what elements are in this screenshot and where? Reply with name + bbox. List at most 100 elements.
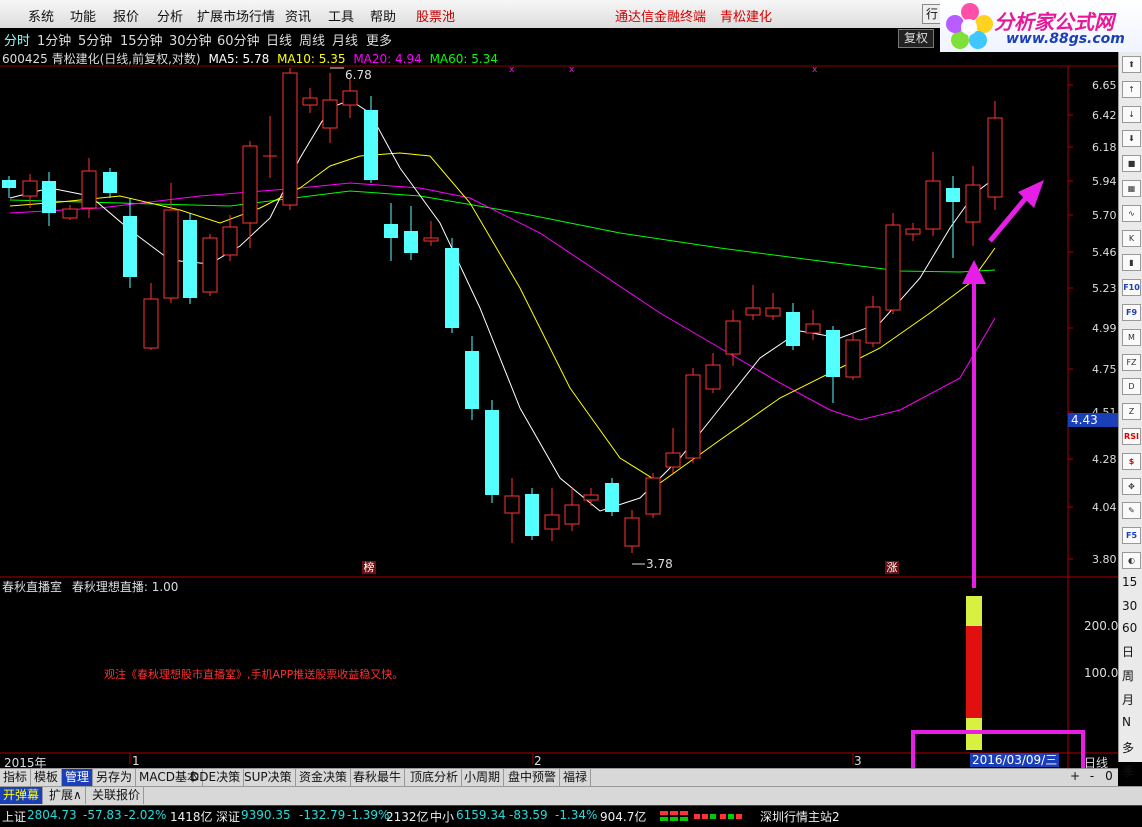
trade-button[interactable]: 行	[922, 4, 942, 24]
indicator-tab-10[interactable]: 小周期	[461, 769, 505, 786]
menu-extended-market[interactable]: 扩展市场行情	[197, 6, 275, 25]
price-tick-label: 4.75	[1092, 363, 1117, 376]
toolbar-tool-1-icon[interactable]: ↑	[1122, 80, 1141, 98]
menu-news[interactable]: 资讯	[285, 6, 311, 25]
toolbar-tool-11-icon[interactable]: M	[1122, 328, 1141, 346]
side-period-6[interactable]: N	[1122, 715, 1131, 729]
indicator-tab-0[interactable]: 指标	[0, 769, 32, 786]
menu-help[interactable]: 帮助	[370, 6, 396, 25]
period-30min[interactable]: 30分钟	[169, 30, 212, 49]
xaxis-month-2: 2	[534, 754, 542, 768]
indicator-tab-3[interactable]: 另存为	[93, 769, 137, 786]
period-60min[interactable]: 60分钟	[217, 30, 260, 49]
candle-body-down	[404, 231, 418, 253]
candle-body-up	[163, 209, 179, 299]
toolbar-tool-2-icon[interactable]: ↓	[1122, 105, 1141, 123]
indicator-tab-9[interactable]: 顶底分析	[407, 769, 463, 786]
period-15min[interactable]: 15分钟	[120, 30, 163, 49]
toolbar-tool-6-icon[interactable]: ∿	[1122, 204, 1141, 222]
toolbar-tool-18-icon[interactable]: ✎	[1122, 502, 1141, 520]
toolbar-tool-7-icon[interactable]: K	[1122, 229, 1141, 247]
side-period-4[interactable]: 周	[1122, 667, 1134, 684]
sme-index-value[interactable]: 6159.34	[456, 808, 506, 822]
period-monthly[interactable]: 月线	[332, 30, 358, 49]
period-shortcut-panel: 153060日周月N多季年	[1118, 575, 1142, 805]
danmaku-toggle[interactable]: 开弹幕	[0, 787, 44, 804]
menu-stock-pool[interactable]: 股票池	[416, 6, 455, 25]
cross-marker: x	[509, 65, 515, 75]
period-daily[interactable]: 日线	[266, 30, 292, 49]
indicator-tick-100: 100.0	[1084, 666, 1119, 680]
indicator-tab-2[interactable]: 管理	[62, 769, 94, 786]
toolbar-tool-19-icon[interactable]: F5	[1122, 527, 1141, 545]
menu-system[interactable]: 系统	[28, 6, 54, 25]
candle-body-up	[282, 72, 298, 206]
expand-button[interactable]: 扩展∧	[46, 787, 86, 804]
toolbar-tool-5-icon[interactable]: ▦	[1122, 180, 1141, 197]
indicator-tab-8[interactable]: 春秋最牛	[350, 769, 406, 786]
side-period-5[interactable]: 月	[1122, 691, 1134, 708]
candle-body-up	[685, 374, 701, 459]
side-period-8[interactable]: 季	[1122, 763, 1134, 780]
sh-index-value[interactable]: 2804.73	[27, 808, 77, 822]
period-weekly[interactable]: 周线	[299, 30, 325, 49]
toolbar-tool-9-icon[interactable]: F10	[1122, 279, 1141, 297]
period-more[interactable]: 更多	[366, 30, 392, 49]
menu-quote[interactable]: 报价	[113, 6, 139, 25]
toolbar-tool-10-icon[interactable]: F9	[1122, 304, 1141, 321]
toolbar-tool-15-icon[interactable]: RSI	[1122, 428, 1141, 445]
indicator-tab-1[interactable]: 模板	[31, 769, 63, 786]
toolbar-tool-13-icon[interactable]: D	[1122, 378, 1141, 396]
indicator-header: 春秋直播室 春秋理想直播: 1.00	[2, 578, 178, 595]
side-period-7[interactable]: 多	[1122, 739, 1134, 756]
flower-logo-icon	[946, 3, 993, 49]
menu-tools[interactable]: 工具	[328, 6, 354, 25]
indicator-tab-7[interactable]: 资金决策	[296, 769, 352, 786]
candle-body-up	[965, 184, 981, 223]
candle-body-up	[242, 145, 258, 224]
sub-toolbar: 开弹幕 扩展∧ 关联报价	[0, 786, 1142, 805]
kline-chart[interactable]: 6.656.426.185.945.705.465.234.994.754.51…	[0, 48, 1118, 768]
candle-body-down	[465, 351, 479, 409]
related-quote-button[interactable]: 关联报价	[89, 787, 145, 804]
side-period-2[interactable]: 60	[1122, 621, 1137, 635]
toolbar-tool-12-icon[interactable]: FZ	[1122, 353, 1141, 371]
toolbar-tool-8-icon[interactable]: ▮	[1122, 254, 1141, 272]
indicator-tab-5[interactable]: DDE决策	[187, 769, 245, 786]
toolbar-tool-3-icon[interactable]: ⬇	[1122, 130, 1141, 148]
price-tick-label: 5.94	[1092, 175, 1117, 188]
indicator-tab-11[interactable]: 盘中预警	[505, 769, 561, 786]
zoom-out-button[interactable]: -	[1085, 769, 1099, 784]
candle-body-down	[786, 312, 800, 346]
restore-rights-button[interactable]: 复权	[898, 29, 934, 48]
candle-body-up	[322, 99, 338, 129]
toolbar-tool-0-icon[interactable]: ⬆	[1122, 56, 1141, 73]
zoom-in-button[interactable]: +	[1068, 769, 1082, 784]
candle-body-up	[705, 364, 721, 390]
trend-arrow-shaft	[988, 191, 1032, 243]
rank-marker: 榜	[362, 561, 376, 574]
zoom-reset-button[interactable]: 0	[1102, 769, 1116, 784]
logo-url: www.88gs.com	[1006, 31, 1125, 47]
toolbar-tool-4-icon[interactable]: ■	[1122, 155, 1141, 173]
toolbar-tool-20-icon[interactable]: ◐	[1122, 552, 1141, 569]
menu-function[interactable]: 功能	[70, 6, 96, 25]
server-name[interactable]: 深圳行情主站2	[760, 808, 840, 825]
side-period-0[interactable]: 15	[1122, 575, 1137, 589]
menu-analysis[interactable]: 分析	[157, 6, 183, 25]
period-5min[interactable]: 5分钟	[78, 30, 112, 49]
period-timeshare[interactable]: 分时	[4, 30, 30, 49]
toolbar-tool-14-icon[interactable]: Z	[1122, 403, 1141, 421]
toolbar-tool-16-icon[interactable]: $	[1122, 452, 1141, 470]
promo-text: 观注《春秋理想股市直播室》,手机APP推送股票收益稳又快。	[104, 668, 404, 681]
candle-body-up	[624, 517, 640, 547]
sme-turnover: 904.7亿	[600, 810, 647, 824]
indicator-tab-12[interactable]: 福禄	[560, 769, 592, 786]
candle-body-up	[745, 307, 761, 316]
period-1min[interactable]: 1分钟	[37, 30, 71, 49]
toolbar-tool-17-icon[interactable]: ✥	[1122, 477, 1141, 495]
side-period-3[interactable]: 日	[1122, 643, 1134, 660]
sz-index-value[interactable]: 9390.35	[241, 808, 291, 822]
side-period-1[interactable]: 30	[1122, 599, 1137, 613]
indicator-tab-6[interactable]: SUP决策	[241, 769, 296, 786]
